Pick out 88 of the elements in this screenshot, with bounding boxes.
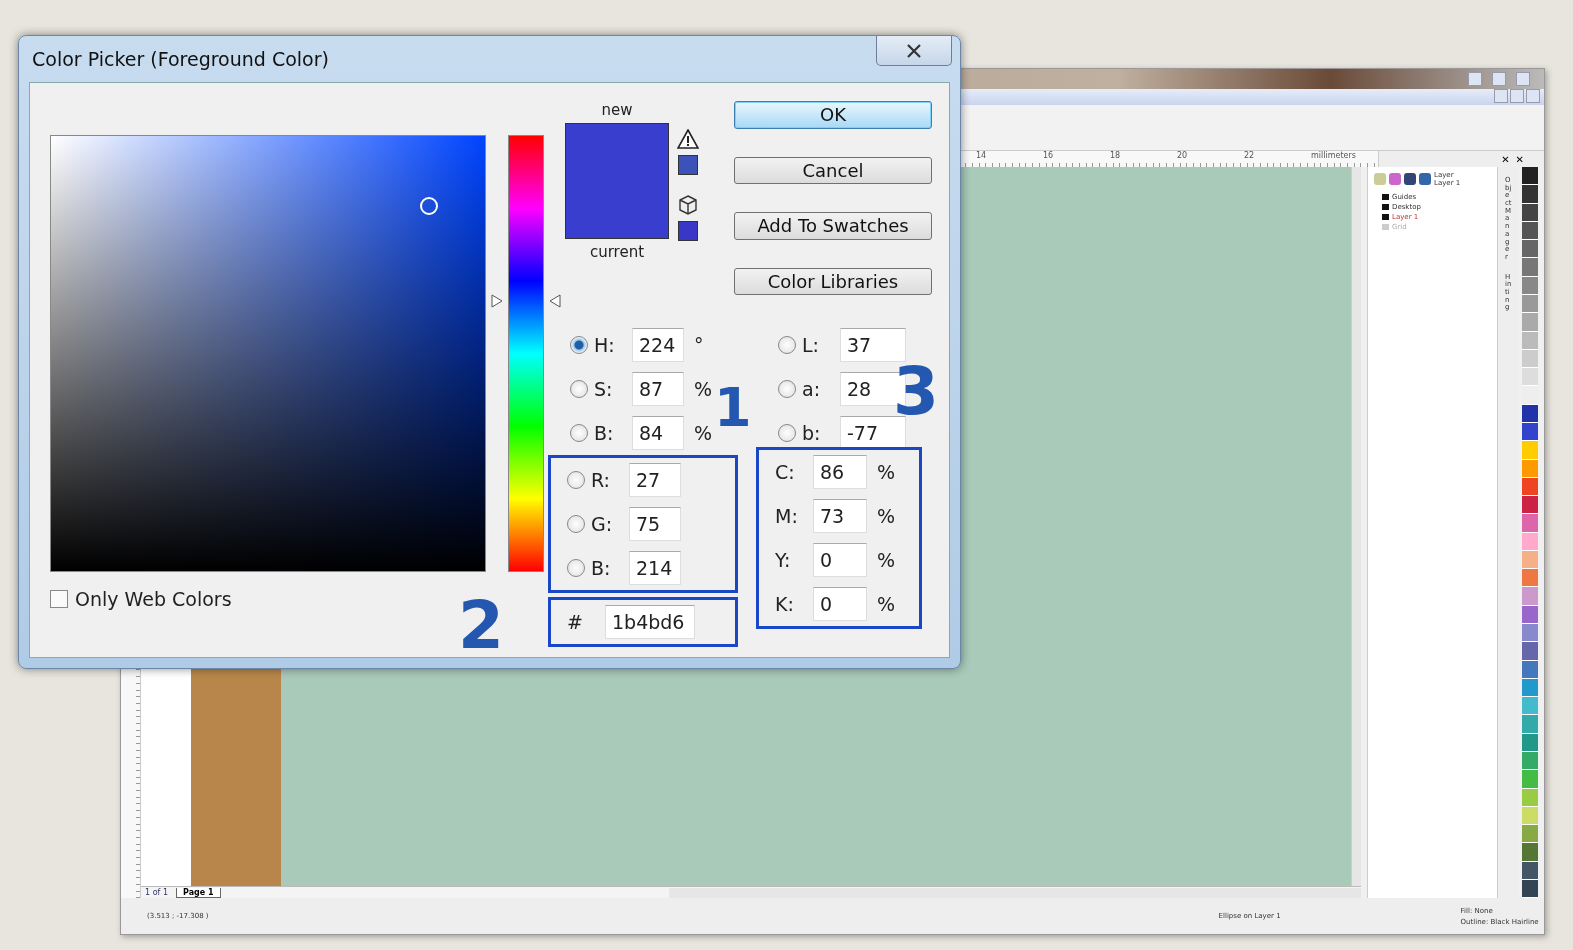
- annotation-number: 2: [458, 593, 504, 659]
- value-input[interactable]: -77: [840, 416, 906, 450]
- close-button[interactable]: ✕: [1515, 153, 1524, 165]
- unit-label: %: [877, 593, 896, 615]
- unit-label: %: [694, 422, 713, 444]
- horizontal-scrollbar[interactable]: [668, 887, 1361, 898]
- swatch-label: new: [601, 101, 633, 119]
- warning-icon: [677, 129, 699, 149]
- field-label: C:: [775, 461, 796, 483]
- slider-handle[interactable]: [491, 294, 503, 309]
- current-color-swatch[interactable]: [566, 181, 668, 238]
- alert-color-swatch[interactable]: [678, 221, 698, 241]
- field-label: L:: [802, 334, 820, 356]
- maximize-button[interactable]: [1492, 72, 1506, 86]
- checkbox[interactable]: [50, 590, 68, 608]
- minimize-button[interactable]: [1468, 72, 1482, 86]
- hex-input[interactable]: 1b4bd6: [605, 605, 695, 639]
- radio-button[interactable]: [567, 559, 585, 577]
- value-input[interactable]: 0: [813, 587, 867, 621]
- slider-handle[interactable]: [549, 294, 561, 309]
- radio-button[interactable]: [570, 336, 588, 354]
- field-label: M:: [775, 505, 799, 527]
- page-tab[interactable]: Page 1: [176, 887, 221, 898]
- color-palette-drawing[interactable]: [1522, 167, 1538, 898]
- ruler-label: 16: [1043, 151, 1055, 160]
- layer-icon[interactable]: [1404, 173, 1416, 185]
- field-label: a:: [802, 378, 822, 400]
- alert-color-swatch[interactable]: [678, 155, 698, 175]
- radio-button[interactable]: [567, 515, 585, 533]
- dialog-title: Color Picker (Foreground Color): [31, 48, 329, 70]
- value-input[interactable]: 86: [813, 455, 867, 489]
- radio-button[interactable]: [570, 424, 588, 442]
- dialog-button[interactable]: Add To Swatches: [734, 212, 932, 240]
- value-input[interactable]: 84: [632, 416, 684, 450]
- close-button[interactable]: [876, 36, 952, 66]
- layer-swatch: [1382, 194, 1389, 200]
- unit-label: %: [877, 549, 896, 571]
- ruler-label: millimeters: [1311, 151, 1357, 160]
- dialog-button[interactable]: OK: [734, 101, 932, 129]
- value-input[interactable]: 214: [629, 551, 681, 585]
- value-input[interactable]: 87: [632, 372, 684, 406]
- unit-label: %: [877, 505, 896, 527]
- ruler-label: 22: [1244, 151, 1256, 160]
- restore-button[interactable]: [1510, 89, 1524, 103]
- field-label: G:: [591, 513, 614, 535]
- radio-button[interactable]: [778, 336, 796, 354]
- layer-icon[interactable]: [1419, 173, 1431, 185]
- close-button[interactable]: ✕: [1501, 153, 1510, 165]
- value-input[interactable]: 37: [840, 328, 906, 362]
- page-position: 1 of 1: [145, 888, 168, 897]
- annotation-number: 1: [714, 381, 752, 435]
- unit-label: %: [694, 378, 713, 400]
- dialog-button[interactable]: Cancel: [734, 156, 932, 184]
- ruler-label: 18: [1110, 151, 1122, 160]
- radio-button[interactable]: [567, 471, 585, 489]
- value-input[interactable]: 0: [813, 543, 867, 577]
- color-field[interactable]: [50, 135, 486, 572]
- swatch-label: current: [589, 243, 645, 261]
- field-label: S:: [594, 378, 614, 400]
- value-input[interactable]: 75: [629, 507, 681, 541]
- cube-icon: [678, 195, 698, 215]
- color-marker[interactable]: [419, 196, 438, 215]
- vertical-scrollbar[interactable]: [1351, 167, 1361, 886]
- radio-button[interactable]: [778, 380, 796, 398]
- field-label: Y:: [775, 549, 792, 571]
- layer-swatch: [1382, 214, 1389, 220]
- ruler-label: 20: [1177, 151, 1189, 160]
- layer-swatch: [1382, 204, 1389, 210]
- unit-label: °: [694, 334, 704, 356]
- field-label: B:: [594, 422, 615, 444]
- dialog-button[interactable]: Color Libraries: [734, 267, 932, 295]
- field-label: H:: [594, 334, 616, 356]
- value-input[interactable]: 27: [629, 463, 681, 497]
- field-label: R:: [591, 469, 612, 491]
- value-input[interactable]: 73: [813, 499, 867, 533]
- field-label: b:: [802, 422, 822, 444]
- minimize-button[interactable]: [1494, 89, 1508, 103]
- field-label: K:: [775, 593, 795, 615]
- layer-swatch: [1382, 224, 1389, 230]
- close-icon: [906, 43, 922, 58]
- unit-label: %: [877, 461, 896, 483]
- field-label: #: [567, 611, 584, 633]
- field-label: B:: [591, 557, 612, 579]
- value-input[interactable]: 224: [632, 328, 684, 362]
- radio-button[interactable]: [570, 380, 588, 398]
- checkbox-label: Only Web Colors: [75, 588, 232, 610]
- radio-button[interactable]: [778, 424, 796, 442]
- ruler-label: 14: [976, 151, 988, 160]
